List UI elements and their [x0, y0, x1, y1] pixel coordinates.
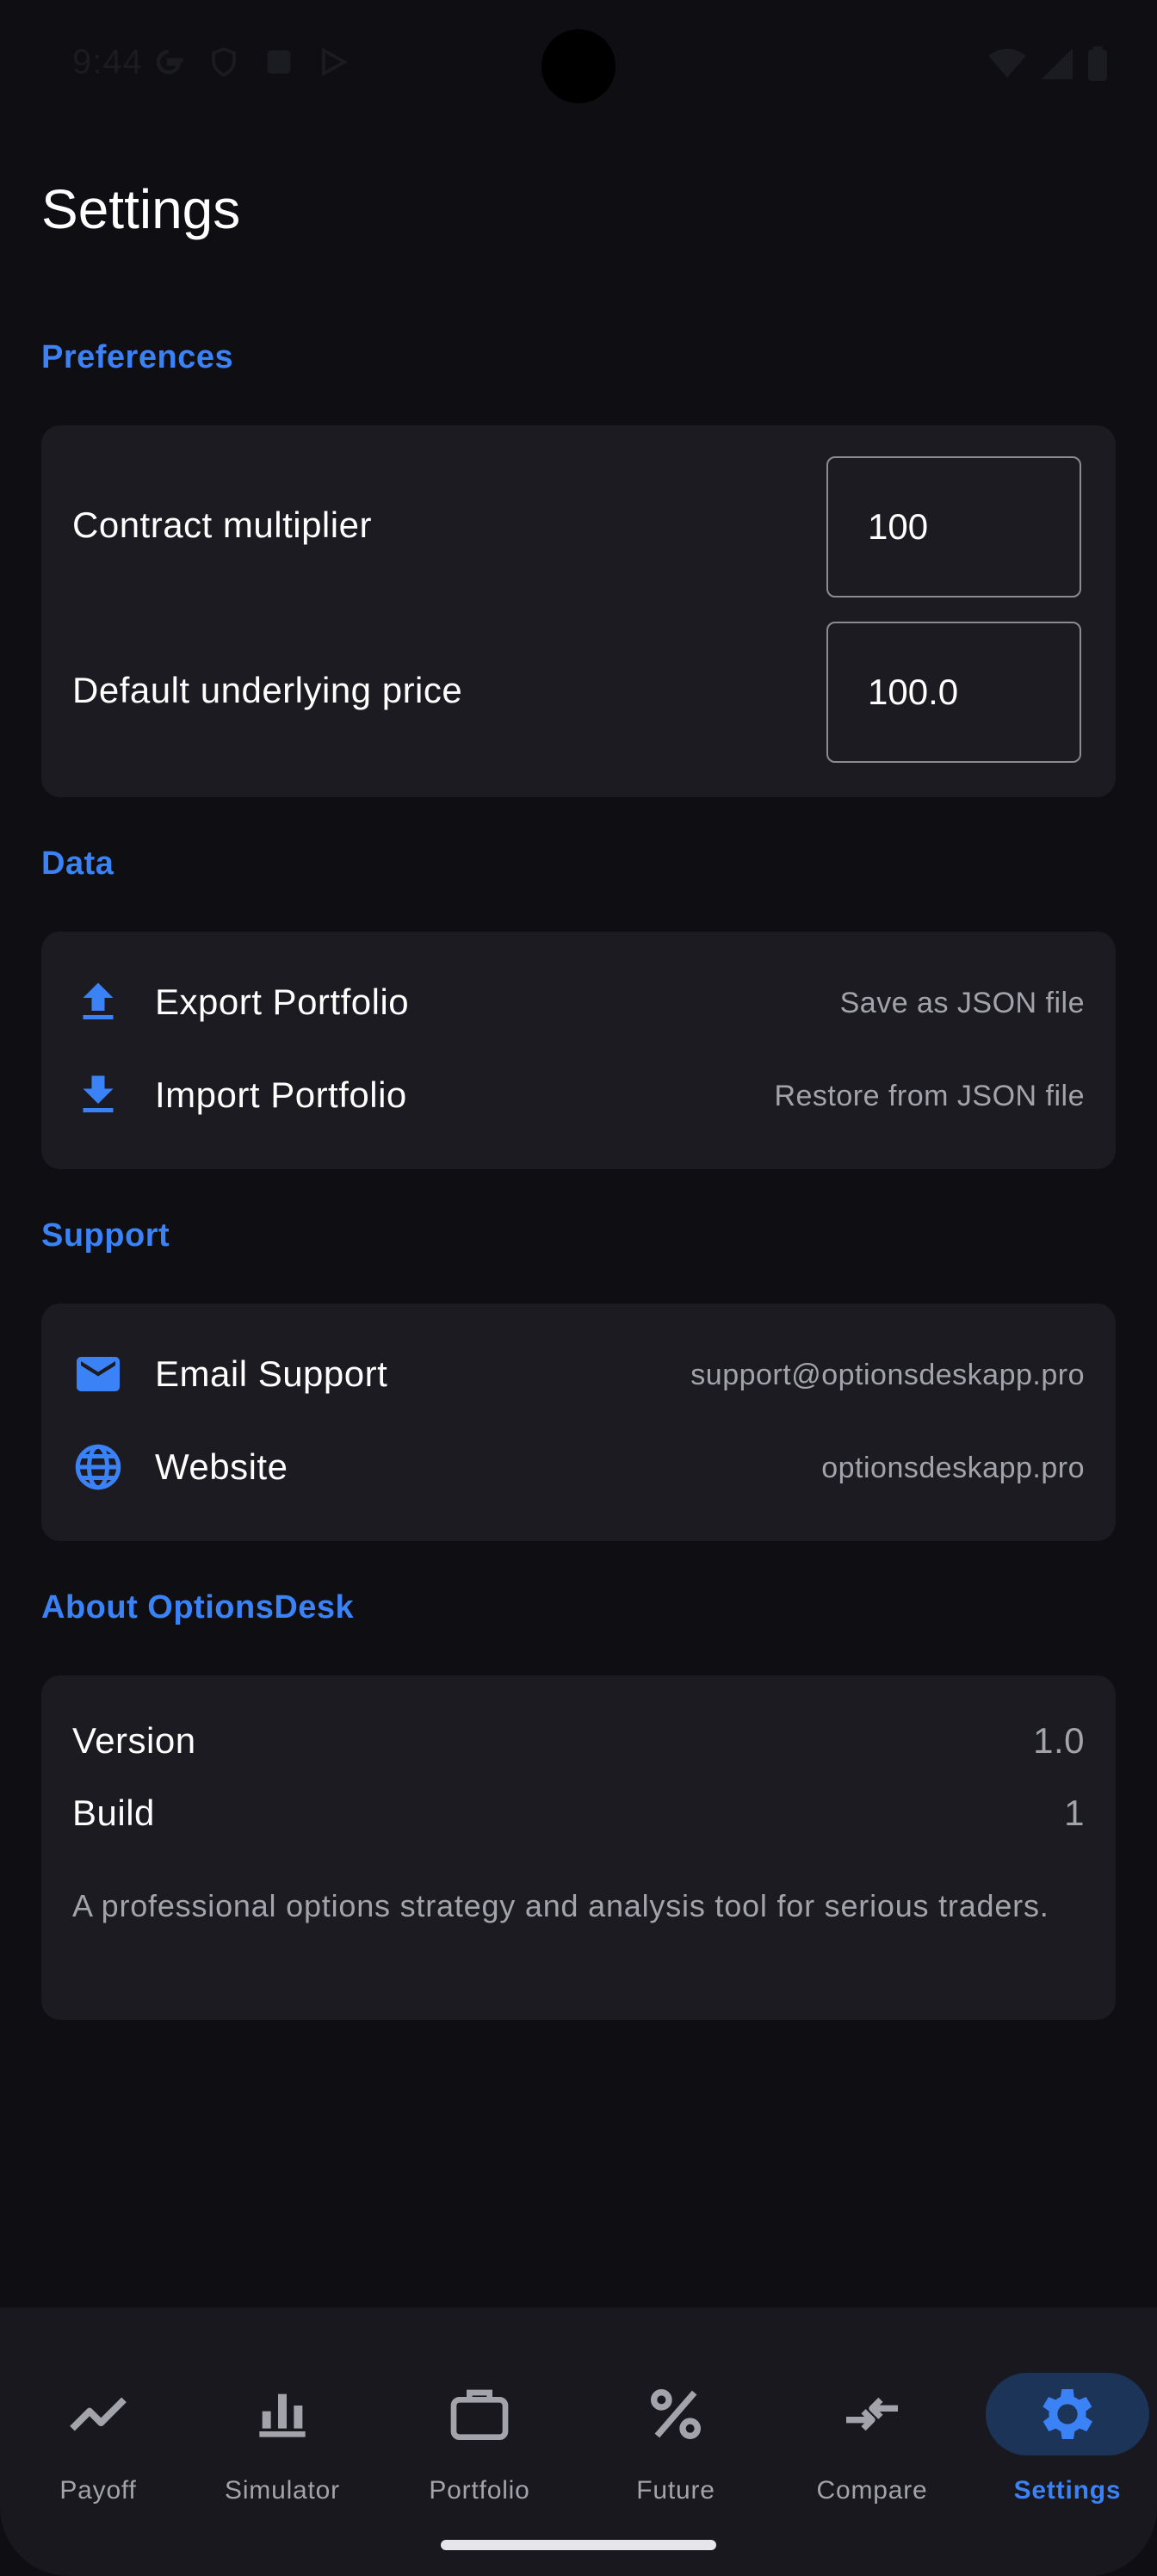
website-detail: optionsdeskapp.pro	[821, 1452, 1085, 1484]
status-notification-icons	[153, 46, 350, 77]
nav-item-portfolio[interactable]: Portfolio	[381, 2342, 578, 2505]
mail-icon	[77, 1357, 120, 1391]
contract-multiplier-row: Contract multiplier	[41, 456, 1116, 601]
contract-multiplier-input[interactable]	[826, 456, 1081, 598]
nav-item-payoff[interactable]: Payoff	[0, 2342, 196, 2505]
play-store-icon	[319, 46, 350, 77]
nav-label-simulator: Simulator	[225, 2476, 340, 2505]
export-portfolio-detail: Save as JSON file	[839, 987, 1085, 1019]
export-portfolio-row[interactable]: Export Portfolio Save as JSON file	[41, 956, 1116, 1049]
nav-item-simulator[interactable]: Simulator	[184, 2342, 381, 2505]
battery-icon	[1088, 46, 1107, 81]
trending-icon	[70, 2397, 127, 2431]
nav-item-settings[interactable]: Settings	[969, 2342, 1157, 2505]
status-bar: 9:44	[0, 0, 1157, 129]
nav-label-future: Future	[636, 2476, 715, 2505]
section-title-preferences: Preferences	[41, 339, 234, 375]
page-title: Settings	[41, 178, 241, 240]
bottom-navigation: Payoff Simulator Portfolio Future Compar…	[0, 2307, 1157, 2576]
status-system-icons	[988, 46, 1107, 81]
camera-cutout	[541, 29, 616, 103]
nav-label-settings: Settings	[1013, 2476, 1122, 2505]
briefcase-icon	[450, 2389, 509, 2440]
status-time: 9:44	[72, 43, 143, 81]
default-underlying-price-input[interactable]	[826, 622, 1081, 763]
import-portfolio-row[interactable]: Import Portfolio Restore from JSON file	[41, 1049, 1116, 1142]
default-underlying-price-row: Default underlying price	[41, 622, 1116, 766]
default-underlying-price-label: Default underlying price	[72, 670, 463, 710]
export-portfolio-label: Export Portfolio	[155, 981, 410, 1022]
contract-multiplier-label: Contract multiplier	[72, 505, 372, 545]
build-label: Build	[72, 1793, 155, 1833]
preferences-card: Contract multiplier Default underlying p…	[41, 425, 1116, 797]
about-card: Version 1.0 Build 1 A professional optio…	[41, 1675, 1116, 2020]
about-description: A professional options strategy and anal…	[72, 1888, 1049, 1923]
email-support-label: Email Support	[155, 1353, 388, 1394]
data-card: Export Portfolio Save as JSON file Impor…	[41, 932, 1116, 1169]
gear-icon	[1043, 2389, 1092, 2439]
nav-item-compare[interactable]: Compare	[774, 2342, 970, 2505]
build-row: Build 1	[72, 1793, 1085, 1844]
email-support-row[interactable]: Email Support support@optionsdeskapp.pro	[41, 1328, 1116, 1421]
shield-icon	[208, 46, 239, 77]
website-row[interactable]: Website optionsdeskapp.pro	[41, 1421, 1116, 1514]
upload-icon	[83, 982, 114, 1019]
support-card: Email Support support@optionsdeskapp.pro…	[41, 1303, 1116, 1541]
email-support-detail: support@optionsdeskapp.pro	[690, 1359, 1085, 1391]
version-row: Version 1.0	[72, 1720, 1085, 1772]
version-value: 1.0	[1033, 1720, 1085, 1761]
download-icon	[83, 1075, 114, 1112]
section-title-about: About OptionsDesk	[41, 1589, 355, 1625]
globe-icon	[75, 1444, 121, 1490]
section-title-support: Support	[41, 1217, 170, 1254]
website-label: Website	[155, 1446, 288, 1487]
section-title-data: Data	[41, 845, 114, 882]
compare-arrows-icon	[846, 2397, 898, 2431]
home-indicator[interactable]	[441, 2540, 716, 2550]
wifi-icon	[988, 48, 1026, 78]
version-label: Version	[72, 1720, 196, 1761]
nav-label-payoff: Payoff	[59, 2476, 137, 2505]
font-icon	[263, 46, 294, 77]
google-icon	[153, 46, 184, 77]
percent-icon	[651, 2389, 701, 2439]
nav-label-compare: Compare	[816, 2476, 928, 2505]
import-portfolio-detail: Restore from JSON file	[774, 1080, 1085, 1112]
settings-screen: 9:44 Settings Preferences Contract multi…	[0, 0, 1157, 2576]
signal-icon	[1042, 48, 1073, 79]
bar-chart-icon	[259, 2393, 306, 2437]
import-portfolio-label: Import Portfolio	[155, 1074, 407, 1115]
build-value: 1	[1064, 1793, 1085, 1833]
nav-label-portfolio: Portfolio	[429, 2476, 530, 2505]
nav-item-future[interactable]: Future	[578, 2342, 774, 2505]
